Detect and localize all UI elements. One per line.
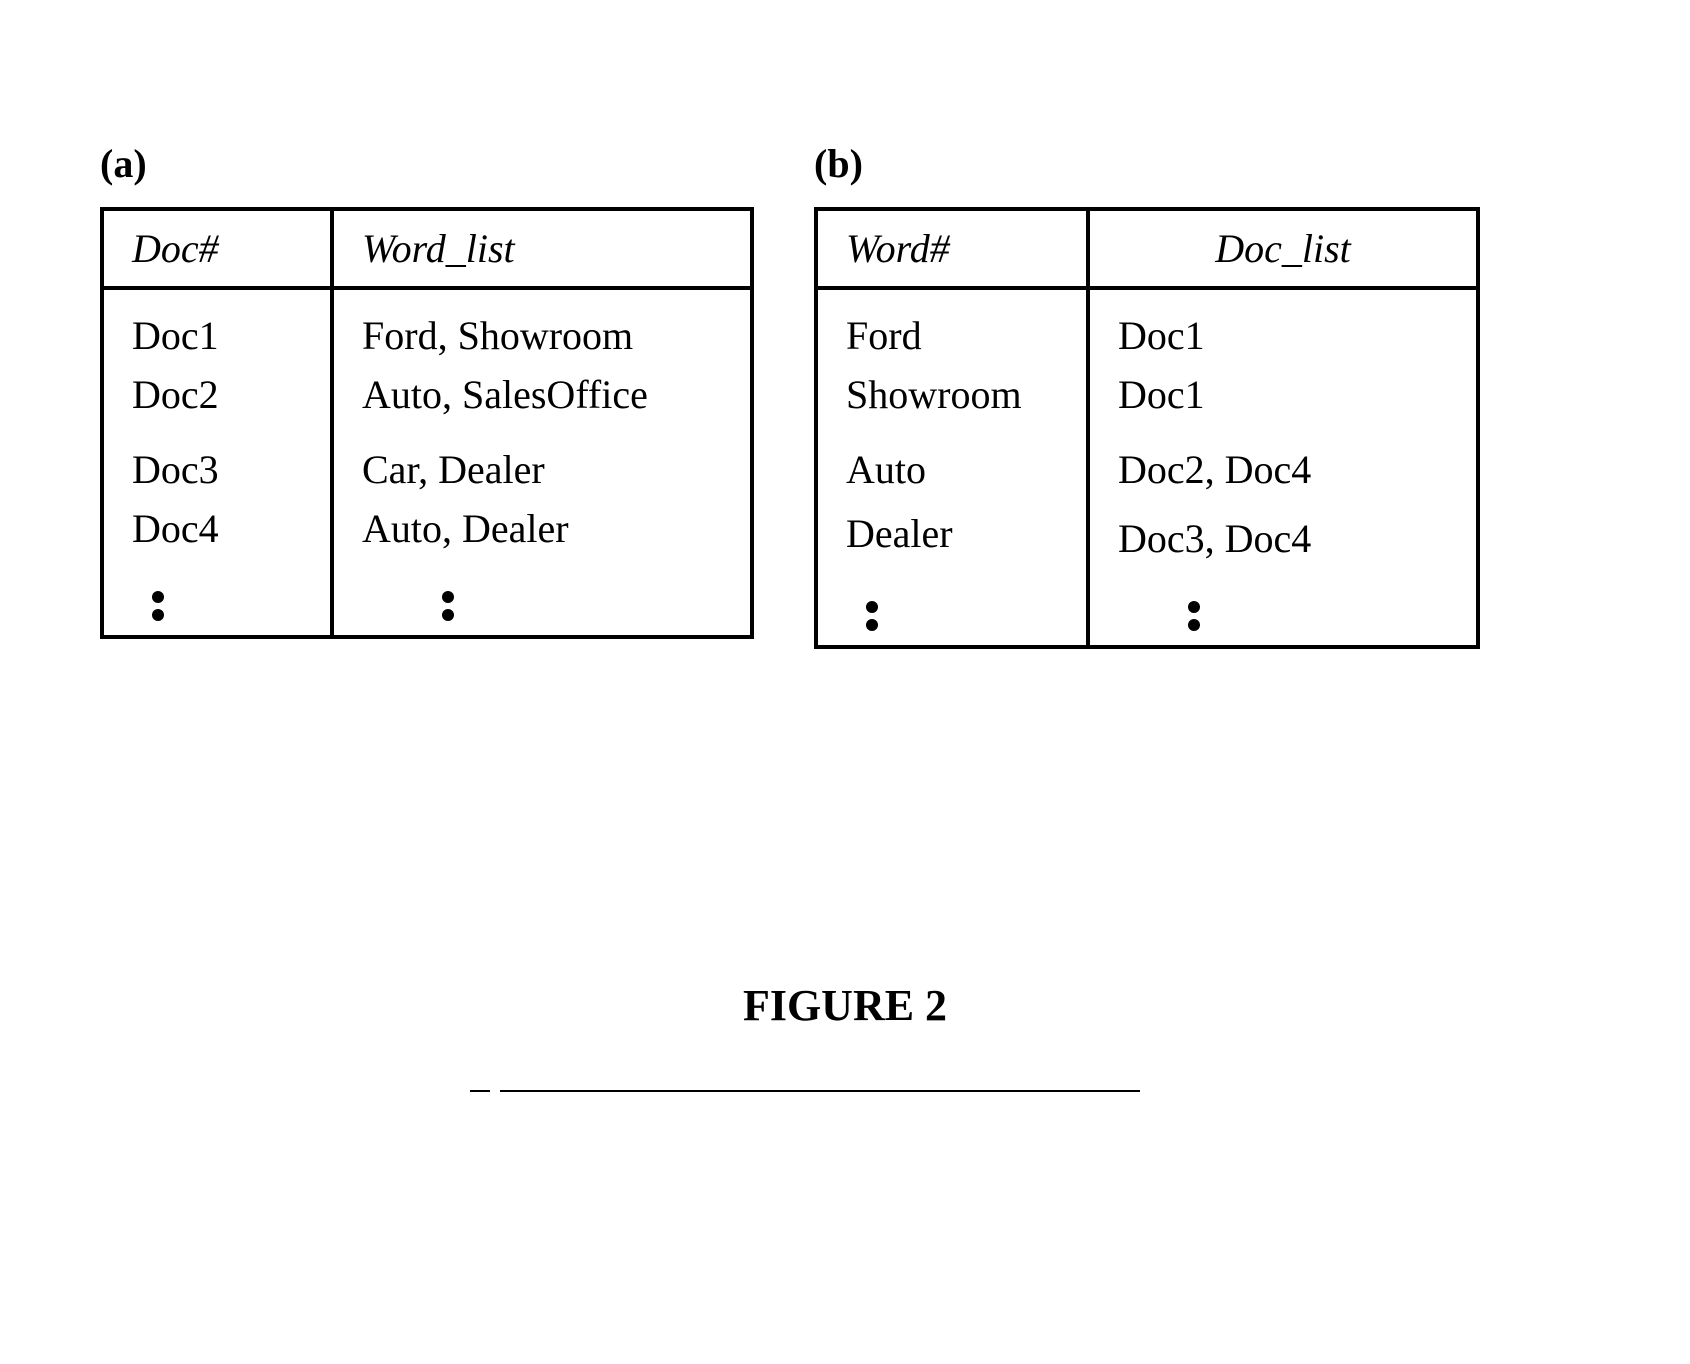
table-row: Doc4 Auto, Dealer — [102, 499, 752, 558]
figure-page: (a) Doc# Word_list Doc1 Ford, Showroom D… — [0, 0, 1690, 1364]
tables-row: (a) Doc# Word_list Doc1 Ford, Showroom D… — [100, 140, 1590, 649]
table-b-header-row: Word# Doc_list — [816, 209, 1478, 288]
table-a-spacer — [102, 288, 752, 306]
table-row: Auto Doc2, Doc4 — [816, 440, 1478, 499]
table-b-header-doclist: Doc_list — [1088, 209, 1478, 288]
table-b-spacer — [816, 424, 1478, 440]
table-a-label: (a) — [100, 140, 754, 187]
table-a-header-doc: Doc# — [102, 209, 332, 288]
table-a-cell: Ford, Showroom — [332, 306, 752, 365]
table-b-cell: Doc1 — [1088, 365, 1478, 424]
divider-line — [500, 1090, 1140, 1092]
table-row: Showroom Doc1 — [816, 365, 1478, 424]
table-b-header-word: Word# — [816, 209, 1088, 288]
table-b-block: (b) Word# Doc_list Ford Doc1 Showroom Do… — [814, 140, 1480, 649]
table-a-cell: Auto, Dealer — [332, 499, 752, 558]
table-b-cell: Auto — [816, 440, 1088, 499]
table-b-dots-row — [816, 568, 1478, 647]
table-b-cell: Showroom — [816, 365, 1088, 424]
table-a-cell: Doc3 — [102, 440, 332, 499]
table-b-spacer — [816, 288, 1478, 306]
table-b-cell: Doc2, Doc4 — [1088, 440, 1478, 499]
table-b-cell: Doc3, Doc4 — [1088, 499, 1478, 568]
table-a-spacer — [102, 424, 752, 440]
vertical-ellipsis-icon — [816, 568, 1088, 647]
table-row: Dealer Doc3, Doc4 — [816, 499, 1478, 568]
table-b-cell: Dealer — [816, 499, 1088, 568]
table-b-cell: Ford — [816, 306, 1088, 365]
table-a-cell: Doc1 — [102, 306, 332, 365]
table-a-cell: Doc4 — [102, 499, 332, 558]
table-a: Doc# Word_list Doc1 Ford, Showroom Doc2 … — [100, 207, 754, 639]
table-b-label: (b) — [814, 140, 1480, 187]
vertical-ellipsis-icon — [332, 558, 752, 637]
table-row: Ford Doc1 — [816, 306, 1478, 365]
figure-caption: FIGURE 2 — [0, 980, 1690, 1031]
table-a-header-row: Doc# Word_list — [102, 209, 752, 288]
table-row: Doc2 Auto, SalesOffice — [102, 365, 752, 424]
table-a-dots-row — [102, 558, 752, 637]
table-b: Word# Doc_list Ford Doc1 Showroom Doc1 — [814, 207, 1480, 649]
table-row: Doc3 Car, Dealer — [102, 440, 752, 499]
table-a-cell: Doc2 — [102, 365, 332, 424]
vertical-ellipsis-icon — [102, 558, 332, 637]
table-a-block: (a) Doc# Word_list Doc1 Ford, Showroom D… — [100, 140, 754, 639]
table-a-header-wordlist: Word_list — [332, 209, 752, 288]
divider-line — [470, 1090, 490, 1092]
table-a-cell: Car, Dealer — [332, 440, 752, 499]
table-row: Doc1 Ford, Showroom — [102, 306, 752, 365]
vertical-ellipsis-icon — [1088, 568, 1478, 647]
table-a-cell: Auto, SalesOffice — [332, 365, 752, 424]
table-b-cell: Doc1 — [1088, 306, 1478, 365]
